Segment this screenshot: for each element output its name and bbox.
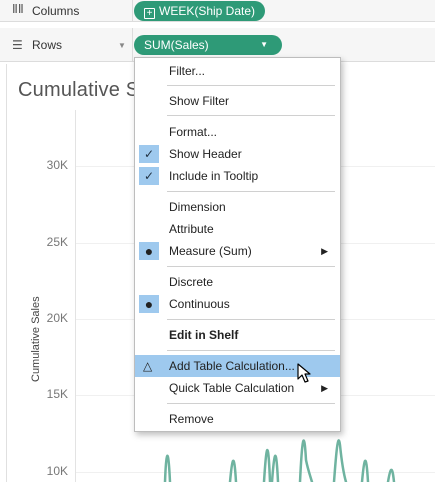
bullet-icon: ●: [139, 242, 159, 260]
mouse-pointer-icon: [297, 363, 311, 383]
menu-item-show-filter[interactable]: Show Filter: [135, 90, 340, 112]
series-line: [228, 459, 238, 482]
menu-item-dimension[interactable]: Dimension: [135, 196, 340, 218]
series-line: [270, 454, 280, 482]
series-line: [386, 468, 396, 482]
bullet-icon: ●: [139, 295, 159, 313]
check-icon: ✓: [139, 167, 159, 185]
series-line: [332, 439, 348, 482]
menu-item-attribute[interactable]: Attribute: [135, 218, 340, 240]
menu-separator: [167, 115, 335, 116]
menu-separator: [167, 191, 335, 192]
menu-separator: [167, 403, 335, 404]
series-line: [262, 448, 272, 482]
menu-item-edit-in-shelf[interactable]: Edit in Shelf: [135, 324, 340, 346]
series-line: [163, 454, 172, 482]
menu-item-filter[interactable]: Filter...: [135, 60, 340, 82]
series-line: [360, 459, 370, 482]
submenu-arrow-icon: ▶: [321, 383, 328, 393]
menu-item-measure-sum[interactable]: ● Measure (Sum) ▶: [135, 240, 340, 262]
menu-item-continuous[interactable]: ● Continuous: [135, 293, 340, 315]
check-icon: ✓: [139, 145, 159, 163]
menu-item-remove[interactable]: Remove: [135, 408, 340, 430]
menu-item-include-in-tooltip[interactable]: ✓ Include in Tooltip: [135, 165, 340, 187]
menu-separator: [167, 350, 335, 351]
series-line: [298, 439, 314, 482]
menu-item-format[interactable]: Format...: [135, 121, 340, 143]
submenu-arrow-icon: ▶: [321, 246, 328, 256]
menu-separator: [167, 319, 335, 320]
menu-item-discrete[interactable]: Discrete: [135, 271, 340, 293]
menu-item-show-header[interactable]: ✓ Show Header: [135, 143, 340, 165]
menu-separator: [167, 266, 335, 267]
delta-icon: △: [143, 359, 153, 373]
menu-separator: [167, 85, 335, 86]
